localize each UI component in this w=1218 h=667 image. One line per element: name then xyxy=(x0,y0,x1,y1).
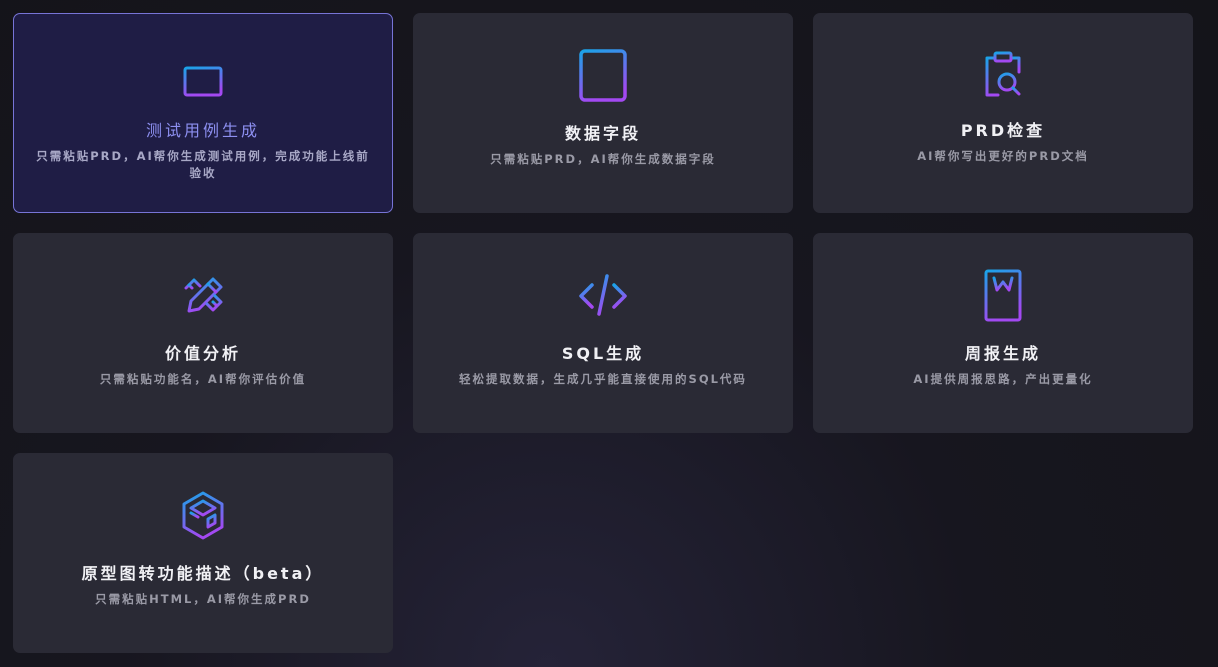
word-document-icon xyxy=(977,268,1029,324)
card-title: SQL生成 xyxy=(561,344,645,363)
stack-icon xyxy=(177,48,229,104)
card-sql-generation[interactable]: SQL生成 轻松提取数据，生成几乎能直接使用的SQL代码 xyxy=(413,233,793,433)
card-description: 只需粘贴PRD，AI帮你生成测试用例，完成功能上线前验收 xyxy=(36,149,370,180)
card-data-fields[interactable]: 数据字段 只需粘贴PRD，AI帮你生成数据字段 xyxy=(413,13,793,213)
card-description: 只需粘贴功能名，AI帮你评估价值 xyxy=(99,372,307,386)
tool-card-grid: 测试用例生成 只需粘贴PRD，AI帮你生成测试用例，完成功能上线前验收 数据字段… xyxy=(0,0,1218,667)
card-description: 只需粘贴HTML，AI帮你生成PRD xyxy=(95,592,311,606)
card-title: 价值分析 xyxy=(164,344,241,363)
cube-icon xyxy=(177,488,229,544)
card-prototype-to-spec[interactable]: 原型图转功能描述（beta） 只需粘贴HTML，AI帮你生成PRD xyxy=(13,453,393,653)
card-prd-check[interactable]: PRD检查 AI帮你写出更好的PRD文档 xyxy=(813,13,1193,213)
card-title: 原型图转功能描述（beta） xyxy=(81,564,325,583)
card-title: PRD检查 xyxy=(960,121,1046,140)
clipboard-search-icon xyxy=(977,48,1029,104)
card-test-case-generation[interactable]: 测试用例生成 只需粘贴PRD，AI帮你生成测试用例，完成功能上线前验收 xyxy=(13,13,393,213)
card-description: AI帮你写出更好的PRD文档 xyxy=(917,149,1089,163)
card-value-analysis[interactable]: 价值分析 只需粘贴功能名，AI帮你评估价值 xyxy=(13,233,393,433)
code-icon xyxy=(577,268,629,324)
card-description: 轻松提取数据，生成几乎能直接使用的SQL代码 xyxy=(459,372,747,386)
card-weekly-report[interactable]: 周报生成 AI提供周报思路，产出更量化 xyxy=(813,233,1193,433)
table-icon xyxy=(577,48,629,104)
card-title: 测试用例生成 xyxy=(145,121,260,140)
card-description: 只需粘贴PRD，AI帮你生成数据字段 xyxy=(490,152,716,166)
card-description: AI提供周报思路，产出更量化 xyxy=(913,372,1093,386)
card-title: 数据字段 xyxy=(564,124,641,143)
pencil-ruler-icon xyxy=(177,268,229,324)
card-title: 周报生成 xyxy=(964,344,1041,363)
